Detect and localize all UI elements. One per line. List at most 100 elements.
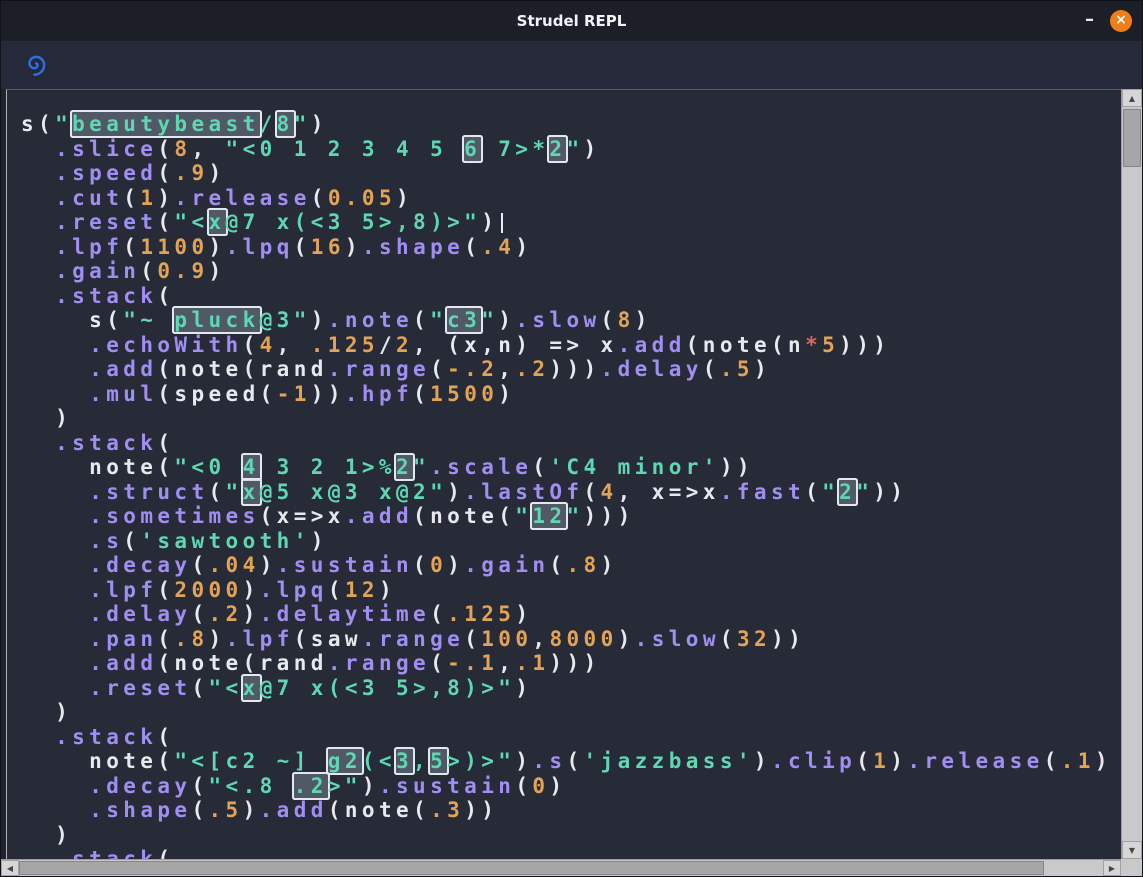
code-token: .gain [55,259,140,283]
vertical-scrollbar-thumb[interactable] [1123,109,1141,167]
code-token: .lpf [55,235,123,259]
code-token: .2 [209,602,243,626]
code-token: 8000 [549,627,617,651]
code-token: ) [311,529,328,553]
code-token: .decay [89,774,191,798]
code-token: , x=>x [618,480,720,504]
code-token: 2 [396,455,413,479]
code-line: .delay(.2).delaytime(.125) [21,602,1121,627]
code-token: "~ [123,308,174,332]
code-token: .gain [464,553,549,577]
code-token: ))) [549,651,600,675]
code-token: .mul [89,382,157,406]
code-token: note( [21,455,174,479]
scroll-down-button[interactable]: ▼ [1122,841,1142,859]
code-token: ) [209,161,226,185]
code-token [21,725,55,749]
code-token: 1500 [430,382,498,406]
code-token: 3 [396,749,413,773]
code-token: ) [515,676,532,700]
code-token [21,382,89,406]
code-token: .125 [311,333,379,357]
code-token: " [294,112,311,136]
code-token: .lpf [89,578,157,602]
code-line: .lpf(2000).lpq(12) [21,578,1121,603]
code-token: .release [907,749,1043,773]
close-button[interactable]: × [1110,10,1132,32]
code-token: ) [243,578,260,602]
code-token: ) [447,553,464,577]
code-token: ) [243,798,260,822]
horizontal-scrollbar[interactable]: ◀ ▶ [1,859,1121,876]
code-token: , [498,651,515,675]
code-token: -1 [277,382,311,406]
code-token: .add [260,798,328,822]
code-token: .clip [771,749,856,773]
code-token: .decay [89,553,191,577]
code-token [21,602,89,626]
code-token: .shape [89,798,191,822]
code-line: .cut(1).release(0.05) [21,186,1121,211]
code-token: ( [191,602,208,626]
code-token: .hpf [345,382,413,406]
code-token: 6 [464,137,481,161]
code-token: s( [21,308,123,332]
code-token: > [328,774,345,798]
code-token: x [243,480,260,504]
code-token: @7 x(<3 5>,8)> [226,210,465,234]
code-line: .lpf(1100).lpq(16).shape(.4) [21,235,1121,260]
code-token: 3 2 1>% [260,455,396,479]
code-token: ) [754,749,771,773]
code-token: , (x,n) => x [413,333,618,357]
scroll-up-button[interactable]: ▲ [1122,89,1142,107]
code-token: .stack [55,284,157,308]
code-token: " [226,480,243,504]
code-token: ( [515,774,532,798]
code-token: ( [328,578,345,602]
code-token: .scale [430,455,532,479]
code-token: 8 [174,137,191,161]
code-token: " [822,480,839,504]
code-token: ( [601,308,618,332]
minimize-button[interactable]: – [1081,1,1098,41]
strudel-spiral-logo-icon[interactable] [23,52,49,78]
code-token: .2 [294,774,328,798]
code-token: .delay [601,357,703,381]
code-token: ( [157,627,174,651]
code-token: 5 [822,333,839,357]
code-token: .add [89,357,157,381]
code-token [21,284,55,308]
code-token: ) [583,137,600,161]
code-token: .add [345,504,413,528]
code-token: .slice [55,137,157,161]
code-token: (note(rand [157,651,327,675]
code-token: .cut [55,186,123,210]
code-editor[interactable]: s("beautybeast/8") .slice(8, "<0 1 2 3 4… [6,89,1121,859]
code-token: ( [123,186,140,210]
code-token: ) [21,823,72,847]
code-token: .release [174,186,310,210]
scroll-right-button[interactable]: ▶ [1103,860,1121,876]
code-token: ) [21,700,72,724]
code-token: , [191,137,225,161]
scroll-left-button[interactable]: ◀ [1,860,19,876]
code-token: c3 [447,308,481,332]
strudel-repl-window: Strudel REPL – × s("beautybeast/8") .sli… [0,0,1143,877]
code-token: ( [856,749,873,773]
code-token: ( [191,676,208,700]
code-token: beautybeast [72,112,259,136]
code-line: .gain(0.9) [21,259,1121,284]
code-token: ( [157,578,174,602]
code-token [21,847,55,859]
code-token: .3 [430,798,464,822]
horizontal-scrollbar-thumb[interactable] [19,861,1044,875]
code-token: ) [447,480,464,504]
code-token: ( [430,651,447,675]
titlebar[interactable]: Strudel REPL – × [1,1,1142,41]
code-token: ( [430,357,447,381]
code-token: .5 [720,357,754,381]
code-line: .struct("x@5 x@3 x@2").lastOf(4, x=>x.fa… [21,480,1121,505]
code-token: ) [1095,749,1112,773]
vertical-scrollbar[interactable]: ▲ ▼ [1121,89,1142,859]
code-token: ( [157,284,174,308]
